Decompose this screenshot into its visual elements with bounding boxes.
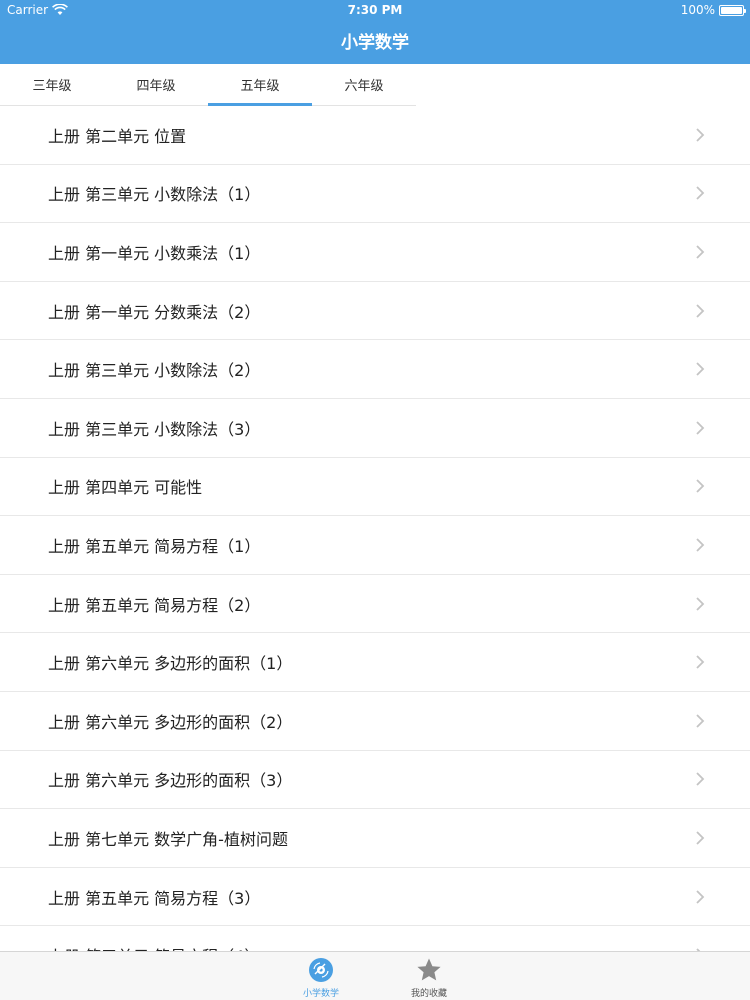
list-item[interactable]: 上册 第三单元 小数除法（3） bbox=[0, 398, 750, 458]
tab-grade-6[interactable]: 六年级 bbox=[312, 64, 416, 105]
list-item-label: 上册 第一单元 小数乘法（1） bbox=[48, 243, 261, 263]
list-item[interactable]: 上册 第四单元 可能性 bbox=[0, 457, 750, 517]
list-item[interactable]: 上册 第六单元 多边形的面积（1） bbox=[0, 633, 750, 692]
status-time: 7:30 PM bbox=[347, 3, 403, 17]
tab-grade-4[interactable]: 四年级 bbox=[104, 64, 208, 105]
chevron-right-icon bbox=[696, 186, 705, 201]
list-item[interactable]: 上册 第七单元 数学广角-植树问题 bbox=[0, 809, 750, 868]
list-item[interactable]: 上册 第五单元 简易方程（3） bbox=[0, 867, 750, 927]
chevron-right-icon bbox=[696, 831, 705, 845]
list-item-label: 上册 第七单元 数学广角-植树问题 bbox=[48, 829, 288, 849]
chevron-right-icon bbox=[696, 596, 705, 611]
list-item-label: 上册 第五单元 简易方程（1） bbox=[48, 536, 261, 556]
list-item-label: 上册 第三单元 小数除法（3） bbox=[48, 419, 261, 439]
tabbar-label-favorites: 我的收藏 bbox=[410, 989, 447, 999]
bottom-tab-bar: 小学数学 我的收藏 bbox=[0, 951, 750, 1000]
list-item-label: 上册 第三单元 小数除法（1） bbox=[48, 185, 261, 205]
chevron-right-icon bbox=[696, 362, 705, 376]
list-item[interactable]: 上册 第二单元 位置 bbox=[0, 106, 750, 165]
status-battery-group: 100% bbox=[680, 3, 746, 17]
chevron-right-icon bbox=[696, 538, 705, 552]
list-item-label: 上册 第六单元 多边形的面积（1） bbox=[48, 654, 293, 674]
chevron-right-icon bbox=[696, 421, 705, 435]
list-item[interactable]: 上册 第一单元 小数乘法（1） bbox=[0, 223, 750, 282]
list-item-label: 上册 第三单元 小数除法（2） bbox=[48, 361, 261, 381]
status-bar: Carrier 7:30 PM 100% bbox=[0, 0, 750, 20]
battery-percent: 100% bbox=[680, 3, 715, 17]
list-item-label: 上册 第四单元 可能性 bbox=[48, 478, 203, 498]
list-item[interactable]: 上册 第六单元 多边形的面积（3） bbox=[0, 750, 750, 810]
star-icon bbox=[417, 958, 441, 981]
list-item-label: 上册 第六单元 多边形的面积（3） bbox=[48, 771, 293, 791]
list-item[interactable]: 上册 第一单元 分数乘法（2） bbox=[0, 281, 750, 341]
chevron-right-icon bbox=[696, 479, 705, 493]
list-item-label: 上册 第一单元 分数乘法（2） bbox=[48, 302, 261, 322]
lesson-list: 上册 第二单元 位置上册 第三单元 小数除法（1） 上册 第一单元 小数乘法（1）… bbox=[0, 106, 750, 951]
tabbar-label-math: 小学数学 bbox=[302, 989, 339, 999]
chevron-right-icon bbox=[696, 772, 705, 786]
tab-grade-3[interactable]: 三年级 bbox=[0, 64, 104, 105]
disc-icon bbox=[309, 958, 333, 982]
list-item[interactable]: 上册 第三单元 小数除法（2） bbox=[0, 340, 750, 399]
list-item-label: 上册 第五单元 简易方程（4） bbox=[48, 943, 260, 951]
list-item[interactable]: 上册 第五单元 简易方程（2） bbox=[0, 574, 750, 634]
page-title: 小学数学 bbox=[341, 33, 409, 53]
list-item-label: 上册 第五单元 简易方程（3） bbox=[48, 888, 261, 908]
tab-grade-5[interactable]: 五年级 bbox=[208, 64, 312, 106]
list-item[interactable]: 上册 第五单元 简易方程（4） bbox=[0, 926, 750, 951]
chevron-right-icon bbox=[696, 128, 705, 142]
list-item-label: 上册 第二单元 位置 bbox=[48, 126, 187, 146]
battery-icon bbox=[719, 4, 746, 16]
navigation-header: Carrier 7:30 PM 100% 小学数学 bbox=[0, 0, 750, 64]
tabbar-item-math[interactable]: 小学数学 bbox=[281, 952, 361, 1000]
chevron-right-icon bbox=[696, 714, 705, 728]
list-item[interactable]: 上册 第六单元 多边形的面积（2） bbox=[0, 691, 750, 751]
list-item-label: 上册 第六单元 多边形的面积（2） bbox=[48, 712, 293, 732]
list-item[interactable]: 上册 第三单元 小数除法（1） bbox=[0, 164, 750, 224]
chevron-right-icon bbox=[696, 245, 705, 259]
list-item[interactable]: 上册 第五单元 简易方程（1） bbox=[0, 516, 750, 575]
list-item-label: 上册 第五单元 简易方程（2） bbox=[48, 595, 261, 615]
chevron-right-icon bbox=[696, 655, 705, 669]
chevron-right-icon bbox=[696, 889, 705, 904]
tabbar-item-favorites[interactable]: 我的收藏 bbox=[389, 952, 469, 1000]
chevron-right-icon bbox=[696, 303, 705, 318]
grade-tabs: 三年级 四年级 五年级 六年级 bbox=[0, 64, 416, 106]
